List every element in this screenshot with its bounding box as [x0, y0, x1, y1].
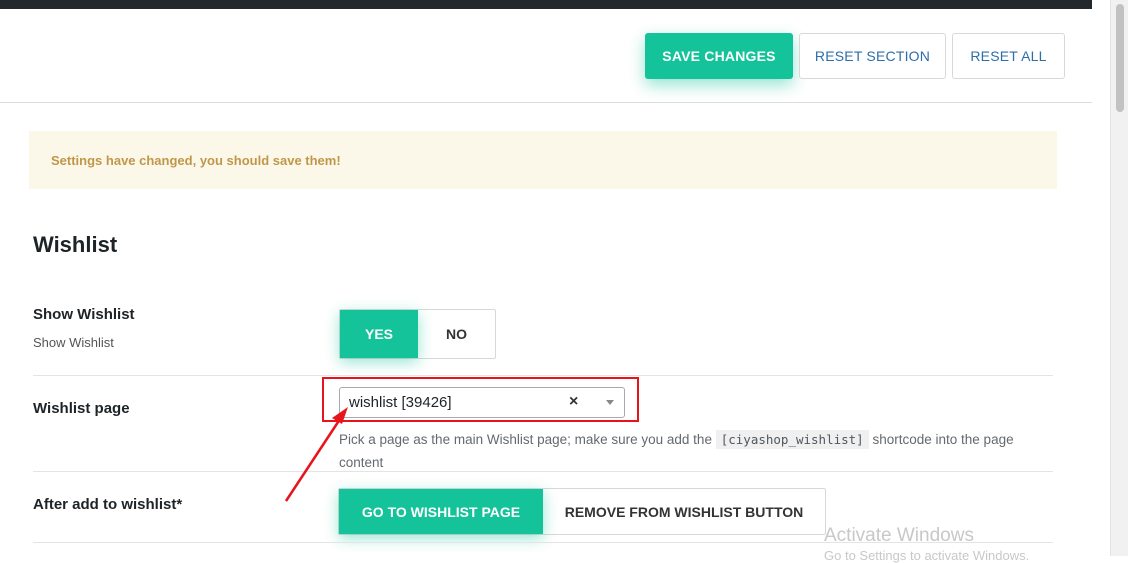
after-add-toggle[interactable]: GO TO WISHLIST PAGE REMOVE FROM WISHLIST… [338, 488, 826, 535]
shortcode-snippet: [ciyashop_wishlist] [715, 430, 869, 449]
help-text-before: Pick a page as the main Wishlist page; m… [339, 432, 712, 447]
row-divider [33, 471, 1053, 472]
section-title: Wishlist [33, 232, 118, 257]
header-divider [0, 102, 1092, 103]
notice-text: Settings have changed, you should save t… [51, 152, 341, 168]
annotation-highlight-box [322, 377, 639, 422]
show-wishlist-no-option[interactable]: NO [418, 310, 495, 358]
wishlist-page-label: Wishlist page [33, 400, 130, 417]
wishlist-page-help-text: Pick a page as the main Wishlist page; m… [339, 428, 1059, 474]
annotation-arrow-icon [284, 407, 348, 502]
go-to-wishlist-page-option[interactable]: GO TO WISHLIST PAGE [339, 489, 543, 534]
settings-changed-notice: Settings have changed, you should save t… [29, 131, 1057, 189]
admin-top-bar [0, 0, 1092, 9]
row-divider [33, 375, 1053, 376]
reset-all-button[interactable]: RESET ALL [952, 33, 1065, 79]
show-wishlist-toggle[interactable]: YES NO [339, 309, 496, 359]
show-wishlist-description: Show Wishlist [33, 335, 114, 350]
save-changes-button[interactable]: SAVE CHANGES [645, 33, 793, 79]
show-wishlist-label: Show Wishlist [33, 306, 135, 323]
reset-section-button[interactable]: RESET SECTION [799, 33, 946, 79]
show-wishlist-yes-option[interactable]: YES [340, 310, 418, 358]
after-add-label: After add to wishlist* [33, 496, 183, 513]
remove-from-wishlist-button-option[interactable]: REMOVE FROM WISHLIST BUTTON [543, 489, 825, 534]
activate-windows-watermark: Activate Windows [824, 525, 974, 546]
scrollbar-thumb[interactable] [1116, 4, 1124, 112]
